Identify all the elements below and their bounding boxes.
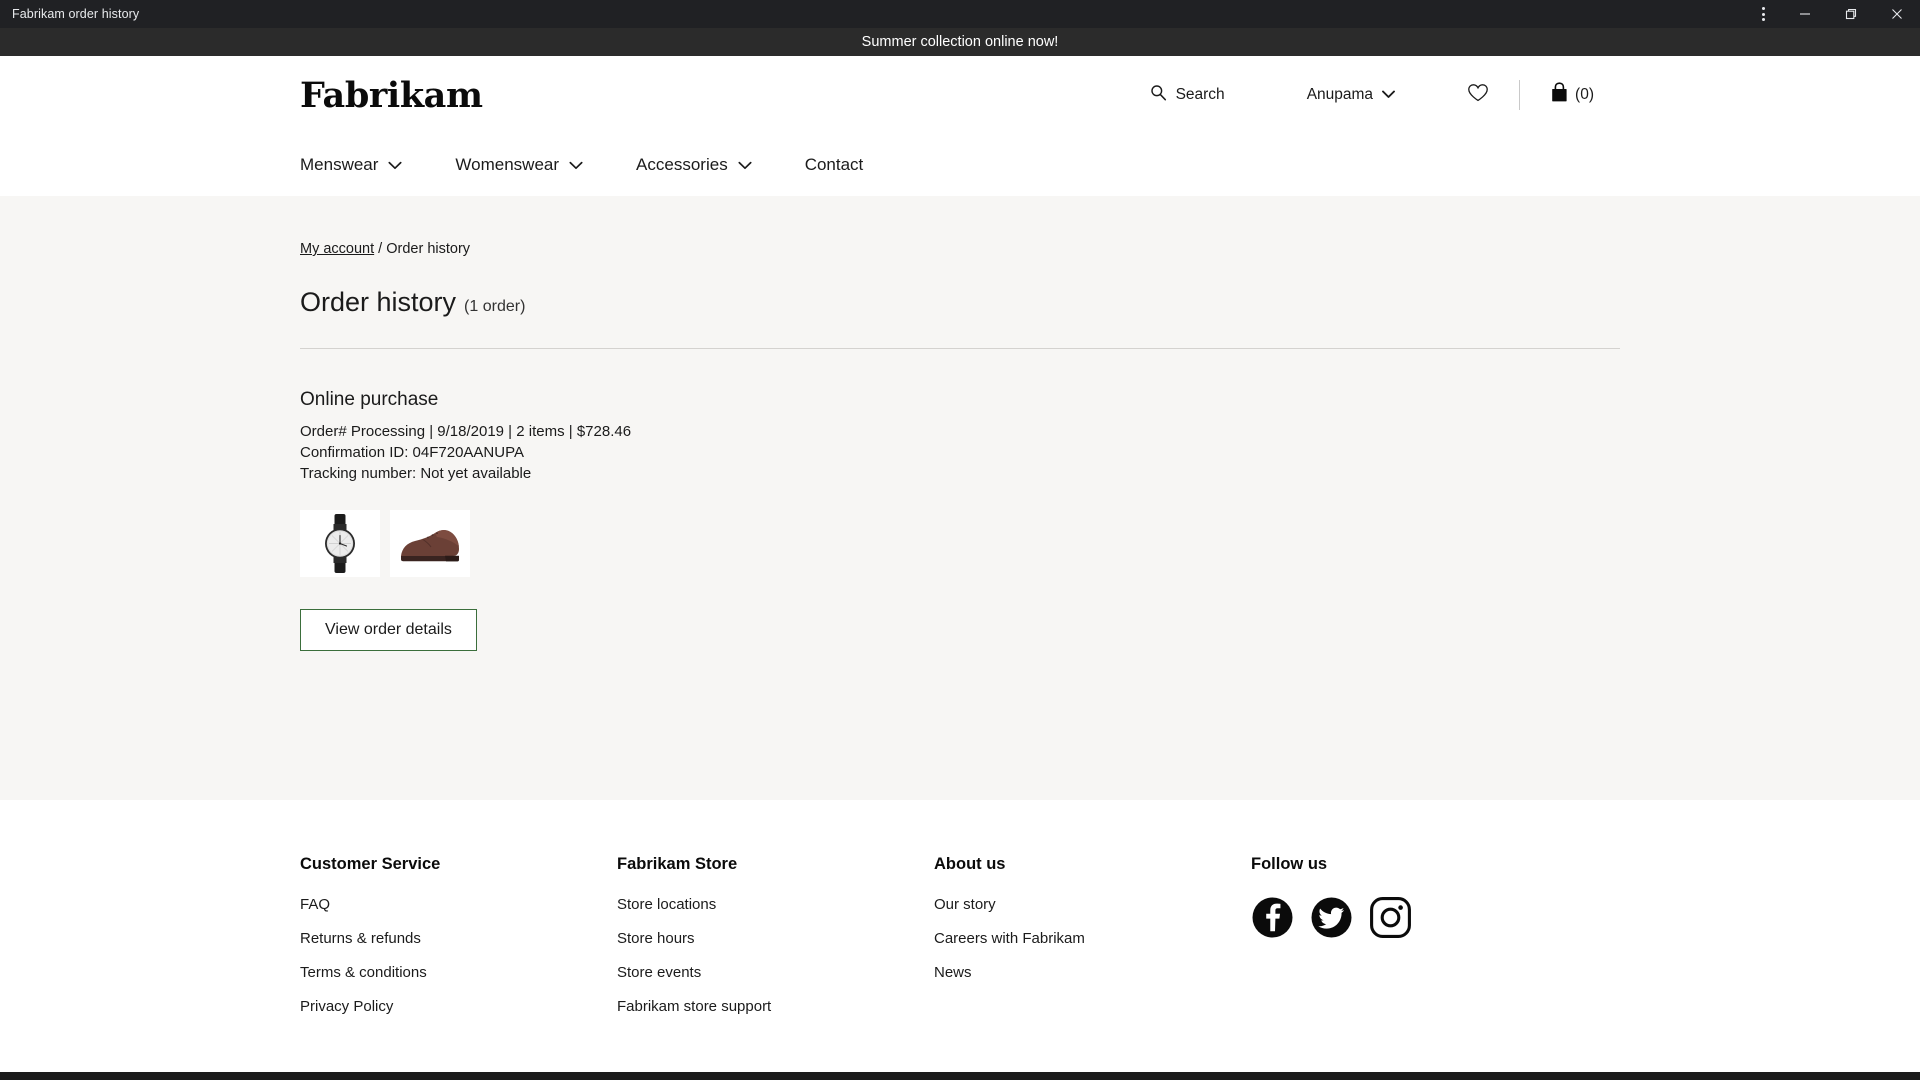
footer-link-our-story[interactable]: Our story [934,896,1251,913]
dress-shoe-thumbnail[interactable] [390,510,470,577]
window-controls [1744,0,1920,28]
footer-link-careers[interactable]: Careers with Fabrikam [934,930,1251,947]
site-header: Fabrikam Search Anupama (0) Menswear Wom… [0,56,1920,196]
order-count: (1 order) [464,298,526,315]
main-navigation: Menswear Womenswear Accessories Contact [0,134,1920,196]
footer-column-title: About us [934,855,1006,873]
title-divider [300,348,1620,349]
twitter-icon[interactable] [1310,896,1353,939]
chevron-down-icon [569,155,583,175]
nav-label: Menswear [300,155,379,174]
footer-column-title: Fabrikam Store [617,855,738,873]
promo-banner-text: Summer collection online now! [861,34,1059,50]
nav-label: Accessories [636,155,728,174]
footer-column-follow-us: Follow us [1251,855,1568,1032]
account-menu[interactable]: Anupama [1265,86,1437,104]
browser-menu-icon[interactable] [1744,0,1782,28]
shopping-bag-icon [1550,82,1569,108]
nav-label: Womenswear [455,155,560,174]
order-heading: Online purchase [300,389,439,410]
breadcrumb-current: Order history [386,241,471,257]
close-icon[interactable] [1874,0,1920,28]
header-actions: Search Anupama (0) [1124,80,1620,110]
footer-link-news[interactable]: News [934,964,1251,981]
site-logo[interactable]: Fabrikam [300,78,483,113]
footer-column-about-us: About us Our story Careers with Fabrikam… [934,855,1251,1032]
search-icon [1150,84,1167,106]
main-content: My account / Order history Order history… [0,196,1920,800]
breadcrumb: My account / Order history [300,196,1620,257]
footer-column-fabrikam-store: Fabrikam Store Store locations Store hou… [617,855,934,1032]
footer-column-customer-service: Customer Service FAQ Returns & refunds T… [300,855,617,1032]
wristwatch-thumbnail[interactable] [300,510,380,577]
footer-link-returns-refunds[interactable]: Returns & refunds [300,930,617,947]
breadcrumb-link-my-account[interactable]: My account [300,241,374,257]
footer-link-terms-conditions[interactable]: Terms & conditions [300,964,617,981]
nav-label: Contact [804,155,864,174]
footer-column-title: Follow us [1251,855,1328,873]
nav-item-menswear[interactable]: Menswear [300,155,455,175]
footer-link-store-support[interactable]: Fabrikam store support [617,998,934,1015]
footer-columns: Customer Service FAQ Returns & refunds T… [300,855,1620,1032]
footer-link-faq[interactable]: FAQ [300,896,617,913]
instagram-icon[interactable] [1369,896,1412,939]
footer-link-store-locations[interactable]: Store locations [617,896,934,913]
wishlist-button[interactable] [1437,83,1519,108]
window-bottom-bar [0,1072,1920,1080]
order-summary: Order# Processing | 9/18/2019 | 2 items … [300,423,632,440]
footer-link-privacy-policy[interactable]: Privacy Policy [300,998,617,1015]
footer-link-store-events[interactable]: Store events [617,964,934,981]
nav-item-womenswear[interactable]: Womenswear [455,155,636,175]
footer-link-store-hours[interactable]: Store hours [617,930,934,947]
cart-count: (0) [1575,86,1594,103]
footer-column-title: Customer Service [300,855,441,873]
search-label: Search [1175,86,1225,103]
breadcrumb-separator: / [374,241,387,257]
window-title: Fabrikam order history [12,7,140,21]
promo-banner: Summer collection online now! [0,28,1920,56]
social-links [1251,896,1568,956]
order-tracking-number: Tracking number: Not yet available [300,465,532,482]
header-top-row: Fabrikam Search Anupama (0) [0,56,1920,134]
chevron-down-icon [1382,86,1395,104]
search-button[interactable]: Search [1124,84,1265,106]
nav-item-contact[interactable]: Contact [805,155,917,175]
chevron-down-icon [738,155,752,175]
heart-icon [1467,83,1489,108]
window-titlebar: Fabrikam order history [0,0,1920,28]
order-item-thumbnails [300,510,1620,577]
cart-button[interactable]: (0) [1520,82,1620,108]
chevron-down-icon [388,155,402,175]
nav-item-accessories[interactable]: Accessories [636,155,805,175]
site-footer: Customer Service FAQ Returns & refunds T… [0,800,1920,1038]
order-card: Online purchase Order# Processing | 9/18… [300,389,1620,651]
account-label: Anupama [1306,86,1374,103]
order-confirmation-id: Confirmation ID: 04F720AANUPA [300,444,524,461]
facebook-icon[interactable] [1251,896,1294,939]
restore-icon[interactable] [1828,0,1874,28]
minimize-icon[interactable] [1782,0,1828,28]
page-title-text: Order history [300,287,457,317]
view-order-details-button[interactable]: View order details [300,609,477,651]
page-title: Order history (1 order) [300,287,1620,318]
